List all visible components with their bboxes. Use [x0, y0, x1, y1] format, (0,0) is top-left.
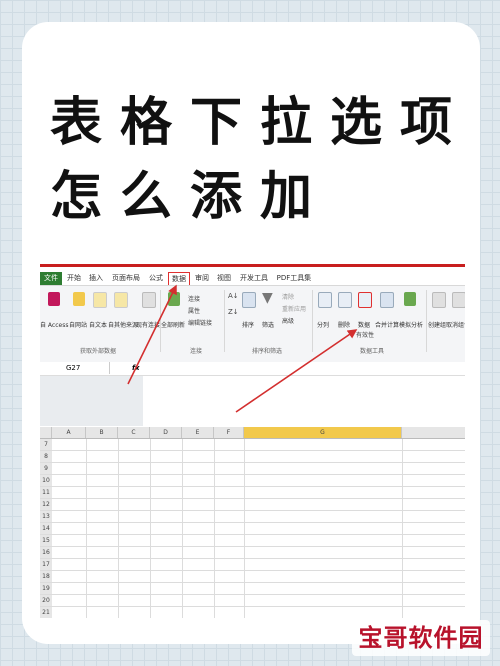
- title-line-2: 怎么添加: [50, 167, 331, 227]
- arrow-to-data-tab: [127, 284, 177, 385]
- excel-screenshot: 文件 开始 插入 页面布局 公式 数据 审阅 视图 开发工具 PDF工具集 自 …: [40, 264, 465, 618]
- title-line-1: 表格下拉选项: [50, 93, 471, 153]
- annotation-arrows: [127, 284, 358, 413]
- watermark-logo: 宝哥软件园: [352, 620, 490, 656]
- arrow-to-validation: [235, 329, 358, 413]
- content-card: 表格下拉选项 怎么添加 文件 开始 插入 页面布局 公式 数据 审阅 视图 开发…: [22, 22, 480, 644]
